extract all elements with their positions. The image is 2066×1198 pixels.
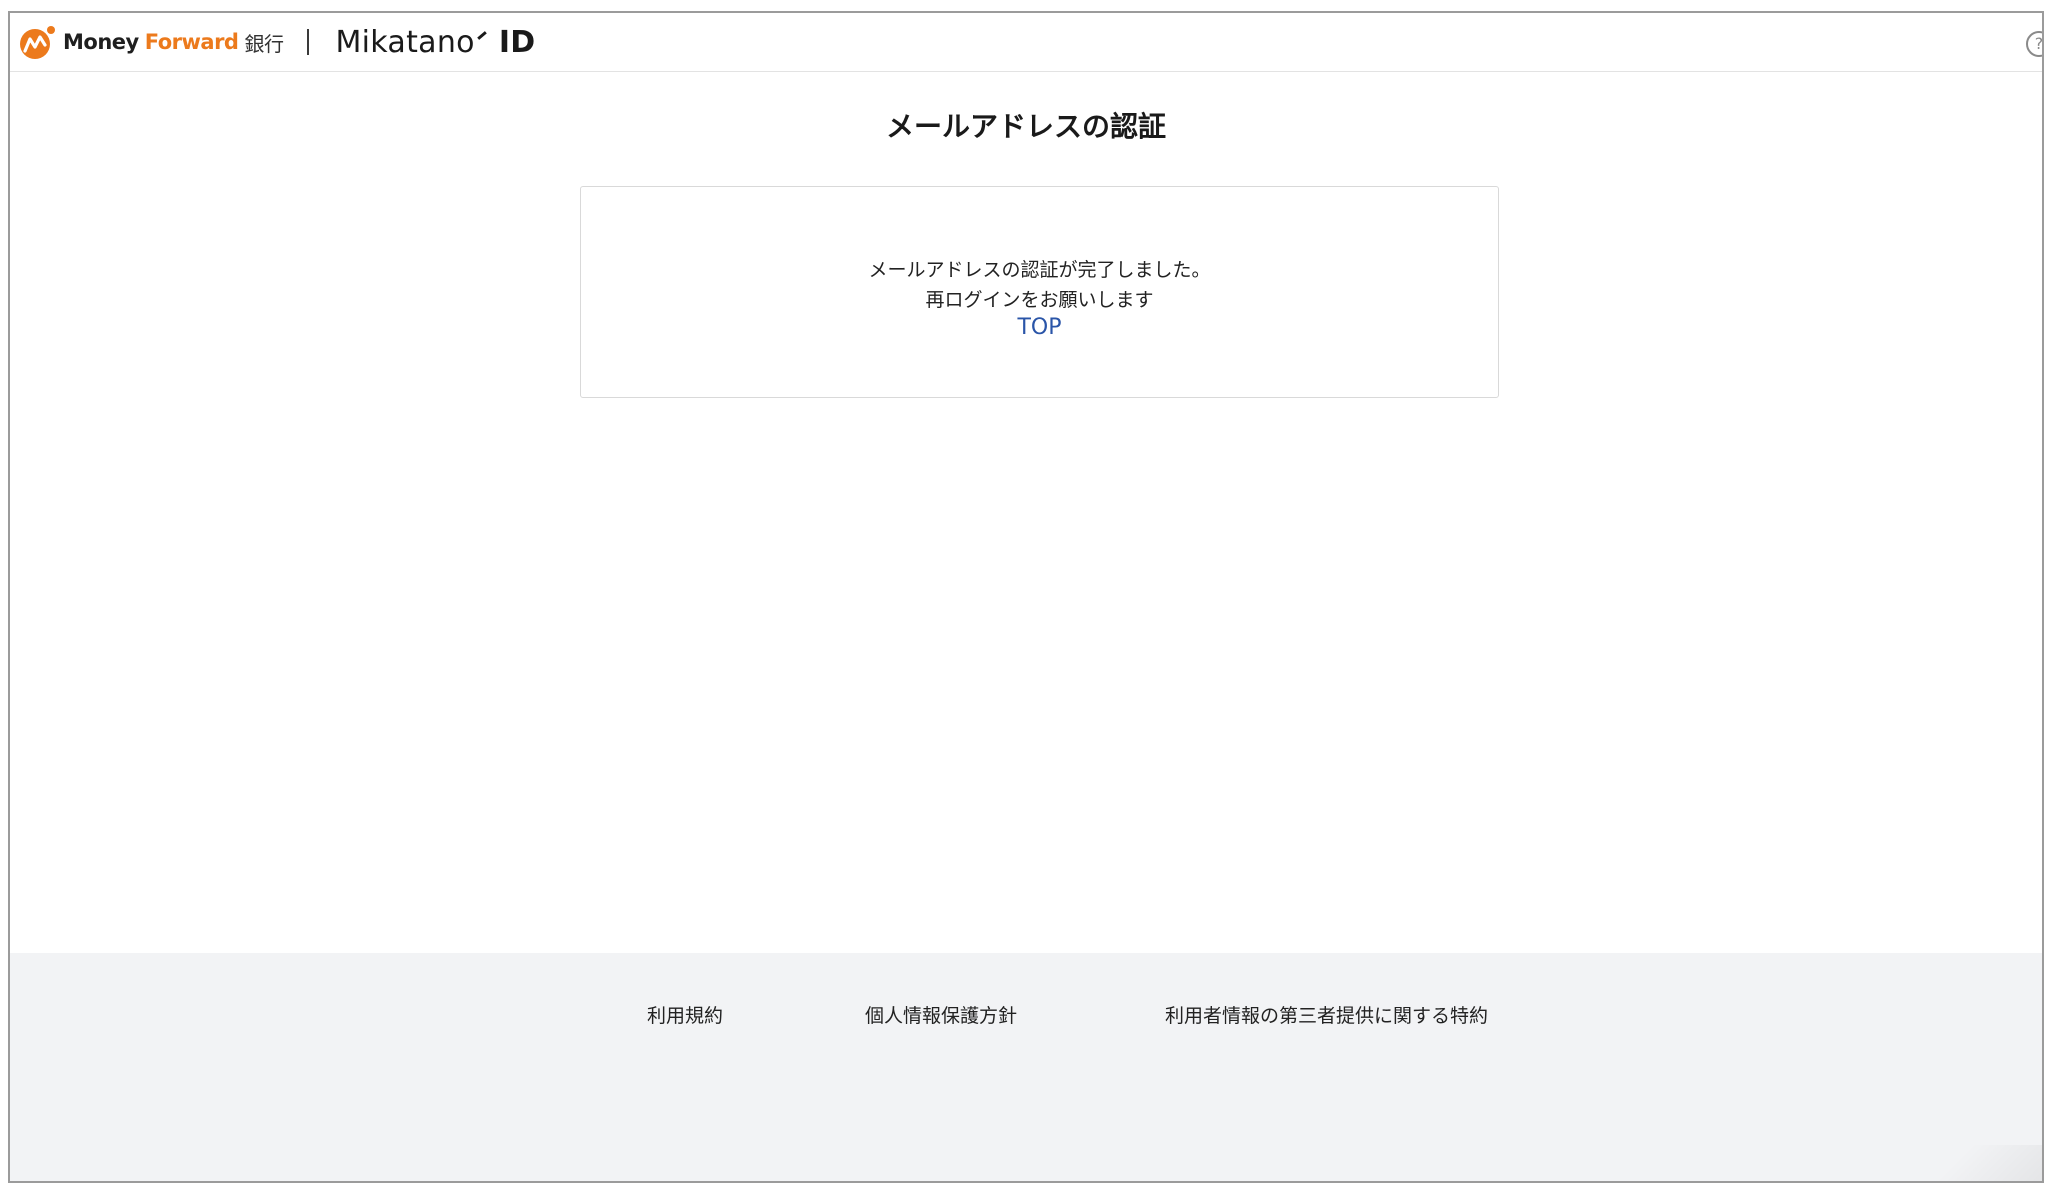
footer-link-terms[interactable]: 利用規約 xyxy=(647,1001,723,1028)
footer-link-privacy-policy[interactable]: 個人情報保護方針 xyxy=(865,1001,1017,1028)
brand-money-text: Money xyxy=(63,30,139,54)
brand-logo[interactable]: Money Forward 銀行 Mikatano ID xyxy=(17,24,536,60)
brand-wordmark: Money Forward 銀行 xyxy=(63,28,284,57)
corner-shadow xyxy=(1922,1145,2042,1181)
site-footer: 利用規約 個人情報保護方針 利用者情報の第三者提供に関する特約 xyxy=(10,953,2042,1181)
browser-frame: Money Forward 銀行 Mikatano ID ? メールアドレスの認… xyxy=(8,11,2044,1183)
product-name: Mikatano xyxy=(335,24,475,60)
product-logo-accent xyxy=(477,30,487,40)
page-title: メールアドレスの認証 xyxy=(885,110,1166,143)
verification-card: メールアドレスの認証が完了しました。 再ログインをお願いします TOP xyxy=(580,186,1499,398)
site-header: Money Forward 銀行 Mikatano ID ? xyxy=(10,13,2042,72)
footer-nav: 利用規約 個人情報保護方針 利用者情報の第三者提供に関する特約 xyxy=(10,1001,2042,1031)
relogin-message: 再ログインをお願いします xyxy=(925,289,1154,311)
brand-bank-text: 銀行 xyxy=(244,31,284,56)
money-forward-logo-icon xyxy=(20,26,55,59)
brand-forward-text: Forward xyxy=(144,30,239,54)
product-suffix: ID xyxy=(498,24,536,60)
product-logo: Mikatano ID xyxy=(335,25,535,60)
help-icon[interactable]: ? xyxy=(2026,31,2042,57)
verification-complete-message: メールアドレスの認証が完了しました。 xyxy=(868,259,1211,281)
footer-link-third-party-provision[interactable]: 利用者情報の第三者提供に関する特約 xyxy=(1165,1001,1488,1028)
header-divider xyxy=(307,29,310,55)
top-link[interactable]: TOP xyxy=(581,315,1498,340)
